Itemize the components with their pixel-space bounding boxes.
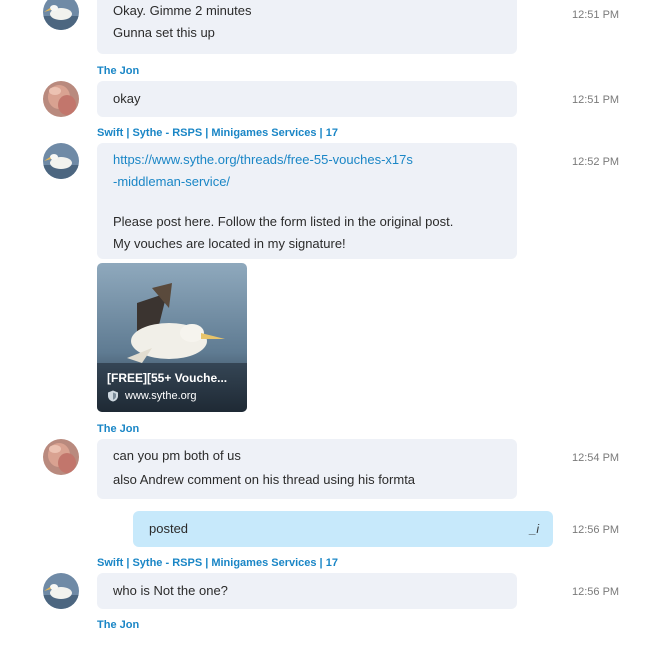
message-text: who is Not the one? bbox=[113, 583, 228, 598]
sender-name[interactable]: The Jon bbox=[97, 65, 139, 77]
chat-history[interactable]: Okay. Gimme 2 minutes Gunna set this up … bbox=[0, 0, 660, 663]
pelican-avatar-image bbox=[43, 0, 79, 30]
message-text: can you pm both of us bbox=[113, 448, 241, 463]
avatar-the-jon[interactable] bbox=[43, 81, 79, 117]
message-bubble[interactable]: okay bbox=[97, 81, 517, 117]
message-timestamp: 12:52 PM bbox=[572, 156, 620, 168]
edited-icon[interactable]: _i bbox=[530, 511, 539, 547]
message-text: Okay. Gimme 2 minutes bbox=[113, 3, 252, 18]
link-preview-title: [FREE][55+ Vouche... bbox=[107, 371, 228, 385]
pelican-avatar-image bbox=[43, 143, 79, 179]
own-message-bubble[interactable]: posted _i bbox=[133, 511, 553, 547]
message-text: also Andrew comment on his thread using … bbox=[113, 472, 416, 487]
user-photo-avatar-image bbox=[43, 439, 79, 475]
avatar-swift[interactable] bbox=[43, 0, 79, 30]
sender-name[interactable]: The Jon bbox=[97, 619, 139, 631]
avatar-swift[interactable] bbox=[43, 573, 79, 609]
shield-icon bbox=[108, 390, 118, 402]
message-bubble[interactable]: https://www.sythe.org/threads/free-55-vo… bbox=[97, 143, 517, 259]
message-text: My vouches are located in my signature! bbox=[113, 236, 346, 251]
message-text: Gunna set this up bbox=[113, 25, 215, 40]
message-link[interactable]: https://www.sythe.org/threads/free-55-vo… bbox=[113, 149, 501, 171]
message-timestamp: 12:56 PM bbox=[572, 586, 620, 598]
message-bubble[interactable]: who is Not the one? bbox=[97, 573, 517, 609]
message-text: posted bbox=[149, 521, 189, 536]
sender-name[interactable]: The Jon bbox=[97, 423, 139, 435]
message-text: Please post here. Follow the form listed… bbox=[113, 214, 454, 229]
link-preview-site: www.sythe.org bbox=[107, 390, 197, 402]
message-link[interactable]: -middleman-service/ bbox=[113, 171, 501, 193]
user-photo-avatar-image bbox=[43, 81, 79, 117]
message-timestamp: 12:56 PM bbox=[572, 524, 620, 536]
sender-name[interactable]: Swift | Sythe - RSPS | Minigames Service… bbox=[97, 127, 338, 139]
message-bubble[interactable]: Okay. Gimme 2 minutes Gunna set this up bbox=[97, 0, 517, 54]
message-timestamp: 12:51 PM bbox=[572, 9, 620, 21]
link-preview-domain: www.sythe.org bbox=[125, 390, 197, 402]
message-timestamp: 12:51 PM bbox=[572, 94, 620, 106]
message-bubble[interactable]: can you pm both of us also Andrew commen… bbox=[97, 439, 517, 499]
link-preview-card[interactable]: [FREE][55+ Vouche... www.sythe.org bbox=[97, 263, 247, 412]
sender-name[interactable]: Swift | Sythe - RSPS | Minigames Service… bbox=[97, 557, 338, 569]
message-timestamp: 12:54 PM bbox=[572, 452, 620, 464]
pelican-avatar-image bbox=[43, 573, 79, 609]
avatar-swift[interactable] bbox=[43, 143, 79, 179]
message-text: okay bbox=[113, 91, 141, 106]
avatar-the-jon[interactable] bbox=[43, 439, 79, 475]
